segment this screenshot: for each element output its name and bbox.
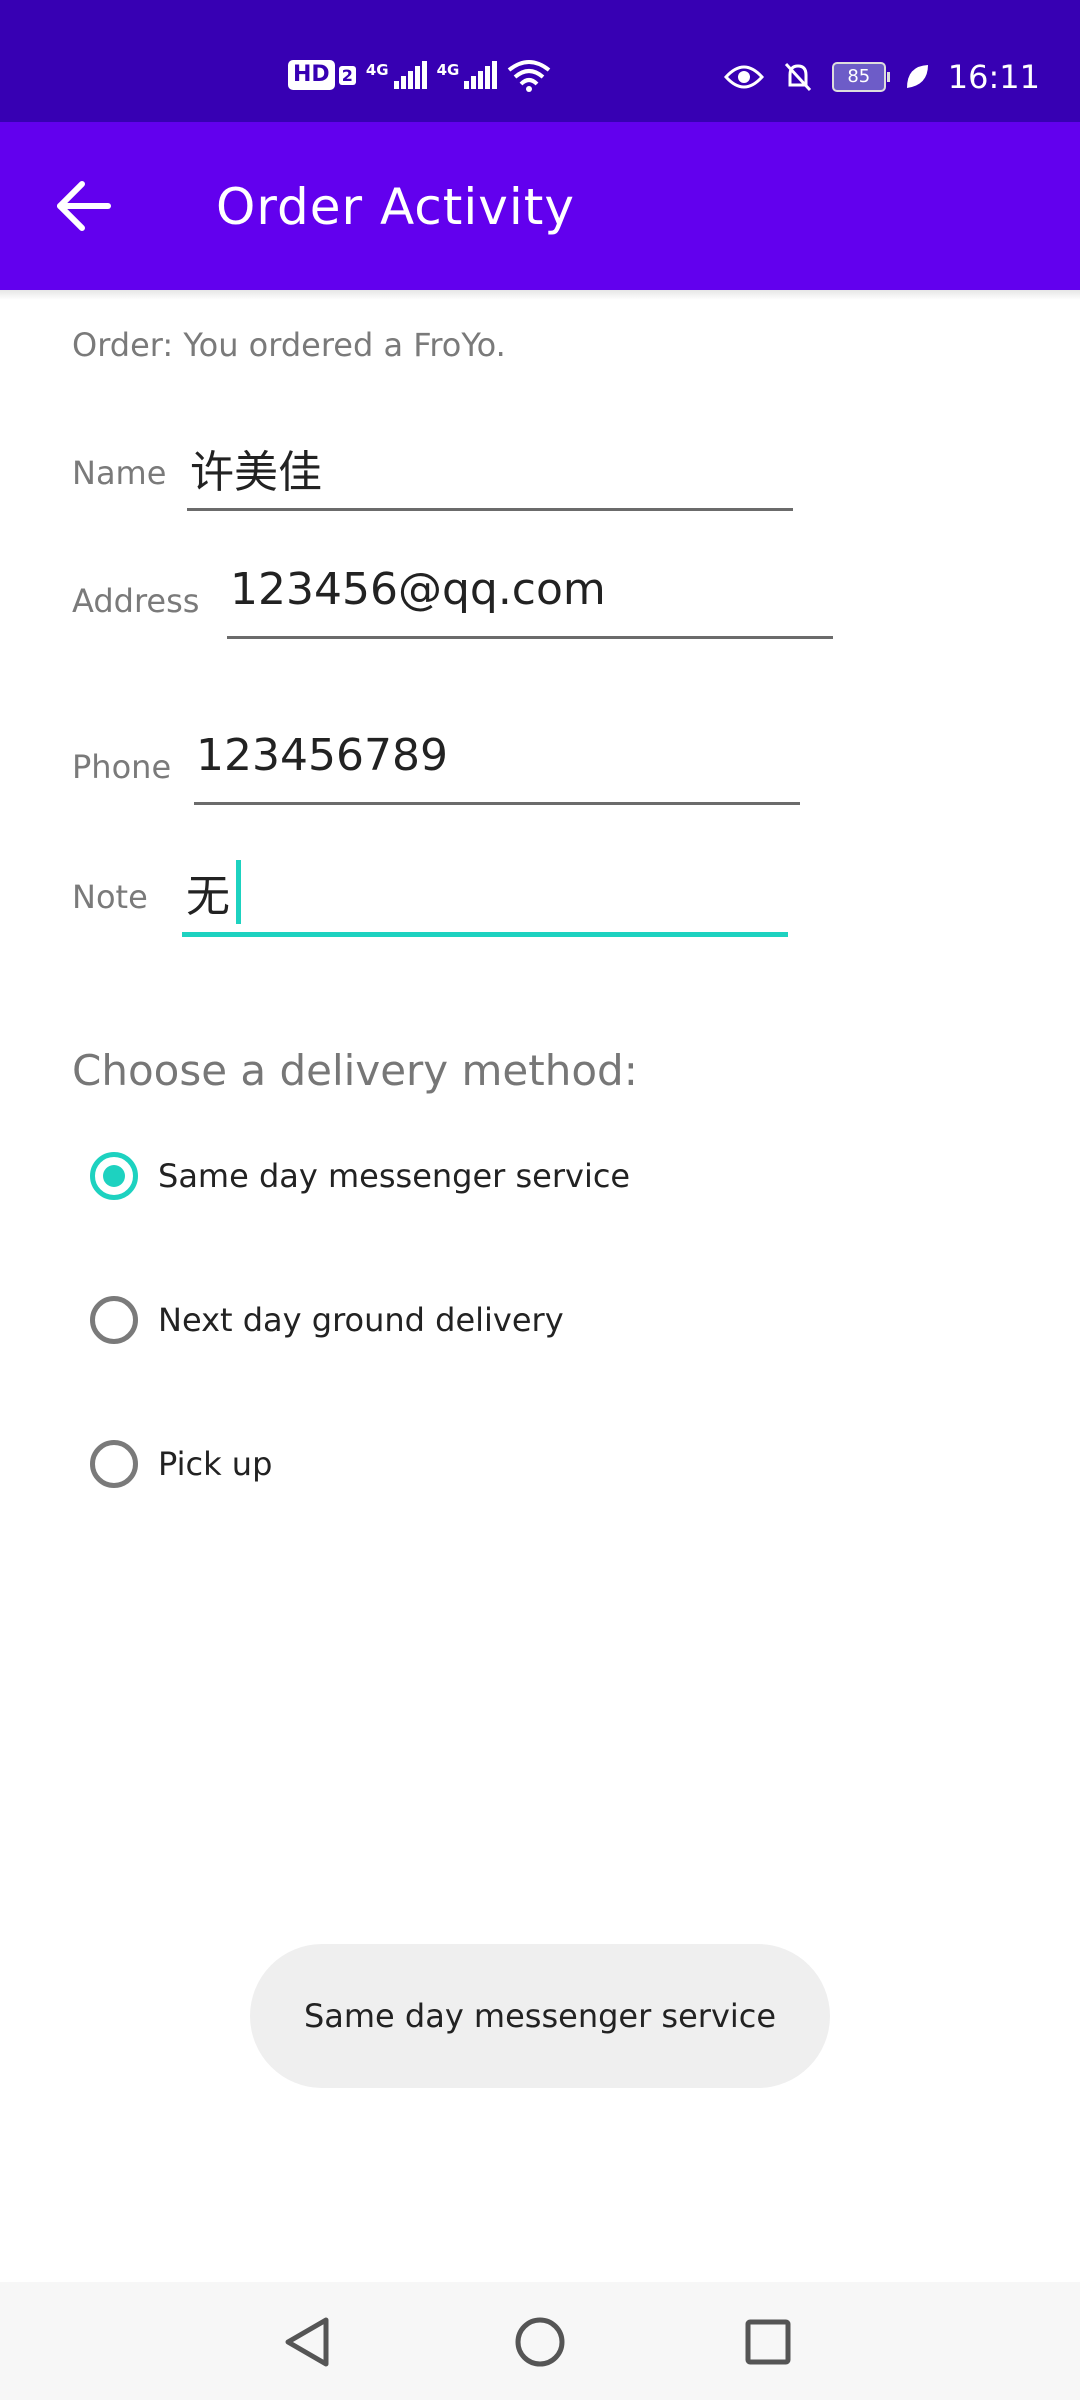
status-left: HD 2 4G 4G <box>288 58 551 92</box>
arrow-left-icon[interactable] <box>52 174 116 238</box>
app-bar: Order Activity <box>0 122 1080 290</box>
phone-input-underline <box>194 802 800 805</box>
name-input-underline <box>187 508 793 511</box>
battery-icon: 85 <box>831 62 890 92</box>
radio-checked-icon[interactable] <box>90 1152 138 1200</box>
address-label: Address <box>72 582 200 620</box>
wifi-icon <box>508 60 551 92</box>
name-label: Name <box>72 454 167 492</box>
net-label: 4G <box>365 61 389 79</box>
radio-unchecked-icon[interactable] <box>90 1440 138 1488</box>
hd-icon: HD <box>288 60 335 90</box>
status-right: 85 16:11 <box>723 58 1040 96</box>
phone-input[interactable]: 123456789 <box>196 730 448 781</box>
text-caret <box>236 860 241 924</box>
radio-option-pick-up[interactable]: Pick up <box>90 1440 272 1488</box>
bell-off-icon <box>784 62 811 92</box>
radio-option-next-day[interactable]: Next day ground delivery <box>90 1296 564 1344</box>
home-circle-icon[interactable] <box>508 2310 572 2374</box>
page-title: Order Activity <box>216 178 575 236</box>
status-bar: HD 2 4G 4G 85 16:11 <box>0 0 1080 122</box>
radio-label: Pick up <box>158 1445 273 1483</box>
radio-unchecked-icon[interactable] <box>90 1296 138 1344</box>
toast-message: Same day messenger service <box>250 1944 830 2088</box>
address-input[interactable]: 123456@qq.com <box>230 564 606 615</box>
radio-option-same-day[interactable]: Same day messenger service <box>90 1152 630 1200</box>
signal-icon: 4G <box>437 61 498 89</box>
hd-sub-label: 2 <box>338 65 356 85</box>
recents-square-icon[interactable] <box>736 2310 800 2374</box>
leaf-icon <box>906 65 928 88</box>
radio-label: Next day ground delivery <box>158 1301 564 1339</box>
eye-icon <box>723 65 764 89</box>
delivery-title: Choose a delivery method: <box>72 1046 638 1095</box>
note-label: Note <box>72 878 148 916</box>
phone-label: Phone <box>72 748 172 786</box>
app-bar-shadow <box>0 290 1080 300</box>
navigation-bar <box>0 2282 1080 2400</box>
note-input[interactable]: 无 <box>186 860 230 924</box>
radio-label: Same day messenger service <box>158 1157 631 1195</box>
address-input-underline <box>227 636 833 639</box>
net-label: 4G <box>436 61 460 79</box>
signal-icon: 4G <box>366 61 427 89</box>
back-triangle-icon[interactable] <box>276 2310 340 2374</box>
clock: 16:11 <box>947 58 1040 96</box>
note-input-underline <box>182 932 788 937</box>
name-input[interactable]: 许美佳 <box>190 436 322 500</box>
order-text: Order: You ordered a FroYo. <box>72 326 506 364</box>
